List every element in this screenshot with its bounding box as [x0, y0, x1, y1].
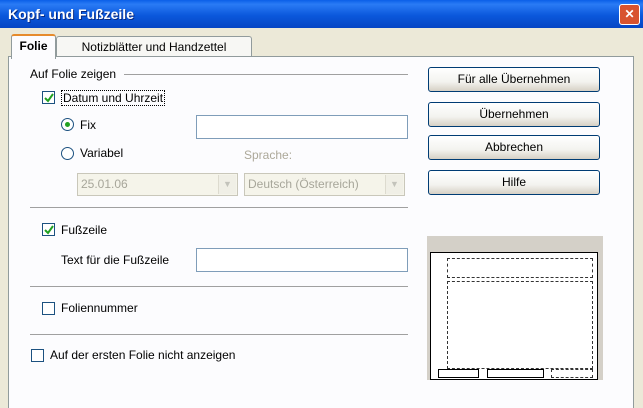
apply-all-button[interactable]: Für alle Übernehmen	[428, 67, 600, 92]
divider	[30, 334, 408, 335]
preview-number-area	[551, 369, 593, 378]
title-bar: Kopf- und Fußzeile ✕	[0, 0, 643, 28]
chevron-down-icon[interactable]: ▼	[385, 175, 403, 194]
slide-preview	[427, 236, 603, 380]
footer-text-label: Text für die Fußzeile	[61, 253, 170, 267]
apply-button[interactable]: Übernehmen	[428, 102, 600, 127]
language-label: Sprache:	[244, 148, 293, 162]
close-icon[interactable]: ✕	[619, 4, 640, 25]
chevron-down-icon[interactable]: ▼	[218, 175, 236, 194]
slide-number-checkbox[interactable]	[42, 302, 55, 315]
preview-footer-area	[487, 369, 544, 378]
tab-notes-handouts[interactable]: Notizblätter und Handzettel	[56, 36, 252, 58]
fix-date-input[interactable]	[196, 115, 408, 139]
checkmark-icon	[44, 93, 54, 103]
radio-dot-icon	[65, 122, 70, 127]
slide-number-label[interactable]: Foliennummer	[61, 301, 138, 315]
divider	[30, 286, 408, 287]
checkmark-icon	[44, 225, 54, 235]
preview-slide	[430, 252, 598, 380]
help-button[interactable]: Hilfe	[428, 170, 600, 195]
fix-radio[interactable]	[61, 118, 74, 131]
datetime-label[interactable]: Datum und Uhrzeit	[61, 90, 166, 106]
first-slide-checkbox[interactable]	[31, 349, 44, 362]
datetime-checkbox[interactable]	[42, 91, 55, 104]
variable-label[interactable]: Variabel	[80, 146, 123, 160]
tab-label: Notizblätter und Handzettel	[81, 40, 227, 54]
window-title: Kopf- und Fußzeile	[8, 6, 134, 22]
language-select[interactable]: Deutsch (Österreich) ▼	[244, 173, 405, 196]
first-slide-label[interactable]: Auf der ersten Folie nicht anzeigen	[50, 348, 235, 362]
cancel-button[interactable]: Abbrechen	[428, 135, 600, 160]
tab-label: Folie	[19, 39, 48, 53]
preview-title-area	[447, 258, 593, 278]
variable-radio[interactable]	[61, 147, 74, 160]
footer-text-input[interactable]	[196, 248, 408, 272]
date-format-value: 25.01.06	[81, 177, 128, 191]
section-divider	[124, 74, 408, 75]
footer-checkbox[interactable]	[42, 223, 55, 236]
divider	[30, 207, 408, 208]
preview-date-area	[438, 369, 479, 378]
preview-content-area	[447, 281, 593, 369]
tab-folie[interactable]: Folie	[11, 34, 56, 59]
section-title: Auf Folie zeigen	[30, 67, 117, 81]
language-value: Deutsch (Österreich)	[248, 177, 359, 191]
date-format-select[interactable]: 25.01.06 ▼	[77, 173, 238, 196]
footer-label[interactable]: Fußzeile	[61, 223, 107, 237]
fix-label[interactable]: Fix	[80, 118, 96, 132]
